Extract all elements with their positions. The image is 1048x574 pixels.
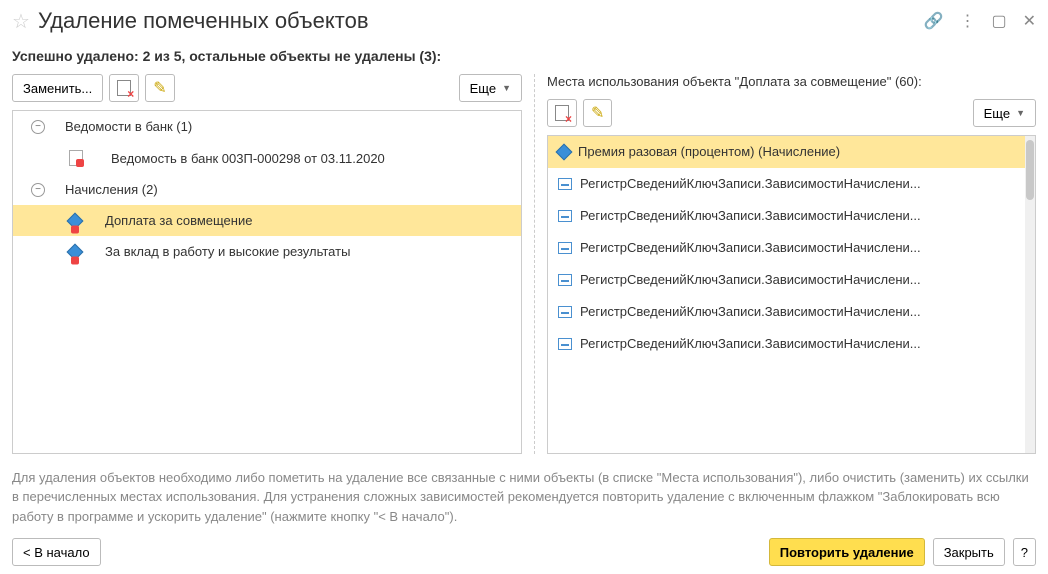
more-button-label: Еще (984, 106, 1010, 121)
chevron-down-icon: ▼ (502, 83, 511, 93)
usage-item[interactable]: Премия разовая (процентом) (Начисление) (548, 136, 1035, 168)
register-icon (558, 210, 572, 222)
register-icon (558, 338, 572, 350)
calc-type-deleted-icon (67, 212, 84, 229)
usage-item[interactable]: РегистрСведенийКлючЗаписи.ЗависимостиНач… (548, 296, 1035, 328)
help-button[interactable]: ? (1013, 538, 1036, 566)
tree-group[interactable]: − Ведомости в банк (1) (13, 111, 521, 142)
tree-item-label: Доплата за совмещение (105, 213, 252, 228)
usage-item[interactable]: РегистрСведенийКлючЗаписи.ЗависимостиНач… (548, 168, 1035, 200)
usage-item-label: РегистрСведенийКлючЗаписи.ЗависимостиНач… (580, 240, 921, 255)
scrollbar-thumb[interactable] (1026, 140, 1034, 200)
tree-group-label: Ведомости в банк (1) (65, 119, 192, 134)
status-text: Успешно удалено: 2 из 5, остальные объек… (12, 48, 1036, 64)
tree-item[interactable]: Доплата за совмещение (13, 205, 521, 236)
right-panel: Места использования объекта "Доплата за … (547, 74, 1036, 454)
usage-item-label: РегистрСведенийКлючЗаписи.ЗависимостиНач… (580, 304, 921, 319)
retry-delete-button[interactable]: Повторить удаление (769, 538, 925, 566)
usage-item-label: РегистрСведенийКлючЗаписи.ЗависимостиНач… (580, 336, 921, 351)
delete-doc-button-right[interactable] (547, 99, 577, 127)
tree-group[interactable]: − Начисления (2) (13, 174, 521, 205)
objects-tree[interactable]: − Ведомости в банк (1) Ведомость в банк … (12, 110, 522, 454)
edit-button-right[interactable] (583, 99, 612, 127)
tree-item[interactable]: За вклад в работу и высокие результаты (13, 236, 521, 267)
tree-item-label: Ведомость в банк 003П-000298 от 03.11.20… (111, 151, 385, 166)
register-icon (558, 306, 572, 318)
pencil-icon (591, 103, 604, 123)
left-toolbar: Заменить... Еще ▼ (12, 74, 522, 102)
pencil-icon (153, 78, 166, 98)
back-button[interactable]: < В начало (12, 538, 101, 566)
usage-item-label: РегистрСведенийКлючЗаписи.ЗависимостиНач… (580, 208, 921, 223)
tree-group-label: Начисления (2) (65, 182, 158, 197)
usage-item-label: РегистрСведенийКлючЗаписи.ЗависимостиНач… (580, 176, 921, 191)
register-icon (558, 274, 572, 286)
collapse-icon[interactable]: − (31, 183, 45, 197)
edit-button-left[interactable] (145, 74, 174, 102)
close-window-icon[interactable]: ✕ (1023, 11, 1036, 31)
tree-item[interactable]: Ведомость в банк 003П-000298 от 03.11.20… (13, 142, 521, 174)
scrollbar[interactable] (1025, 136, 1035, 453)
window-controls: 🔗 ⋮ ▢ ✕ (924, 11, 1036, 31)
help-button-label: ? (1021, 545, 1028, 560)
tree-item-label: За вклад в работу и высокие результаты (105, 244, 350, 259)
maximize-icon[interactable]: ▢ (991, 11, 1006, 31)
replace-button[interactable]: Заменить... (12, 74, 103, 102)
usage-item[interactable]: РегистрСведенийКлючЗаписи.ЗависимостиНач… (548, 328, 1035, 360)
usage-list[interactable]: Премия разовая (процентом) (Начисление) … (547, 135, 1036, 454)
delete-doc-button[interactable] (109, 74, 139, 102)
usage-item-label: Премия разовая (процентом) (Начисление) (578, 144, 840, 159)
kebab-menu-icon[interactable]: ⋮ (959, 11, 975, 31)
usage-item[interactable]: РегистрСведенийКлючЗаписи.ЗависимостиНач… (548, 264, 1035, 296)
back-button-label: < В начало (23, 545, 90, 560)
right-toolbar: Еще ▼ (547, 99, 1036, 127)
usage-item[interactable]: РегистрСведенийКлючЗаписи.ЗависимостиНач… (548, 232, 1035, 264)
more-button-label: Еще (470, 81, 496, 96)
document-deleted-icon (69, 150, 83, 166)
main-area: Заменить... Еще ▼ − Ведомости в банк (1) (12, 74, 1036, 454)
calc-type-icon (556, 143, 573, 160)
link-icon[interactable]: 🔗 (924, 11, 944, 31)
register-icon (558, 178, 572, 190)
usage-header: Места использования объекта "Доплата за … (547, 74, 1036, 89)
more-button-right[interactable]: Еще ▼ (973, 99, 1036, 127)
more-button-left[interactable]: Еще ▼ (459, 74, 522, 102)
usage-item-label: РегистрСведенийКлючЗаписи.ЗависимостиНач… (580, 272, 921, 287)
delete-doc-icon (117, 80, 131, 96)
close-button-label: Закрыть (944, 545, 994, 560)
register-icon (558, 242, 572, 254)
retry-button-label: Повторить удаление (780, 545, 914, 560)
chevron-down-icon: ▼ (1016, 108, 1025, 118)
delete-doc-icon (555, 105, 569, 121)
replace-button-label: Заменить... (23, 81, 92, 96)
footer: < В начало Повторить удаление Закрыть ? (12, 538, 1036, 566)
hint-text: Для удаления объектов необходимо либо по… (12, 468, 1036, 527)
page-title: Удаление помеченных объектов (38, 8, 916, 34)
panel-divider (534, 74, 535, 454)
left-panel: Заменить... Еще ▼ − Ведомости в банк (1) (12, 74, 522, 454)
collapse-icon[interactable]: − (31, 120, 45, 134)
close-button[interactable]: Закрыть (933, 538, 1005, 566)
favorite-star-icon[interactable]: ☆ (12, 9, 30, 34)
title-bar: ☆ Удаление помеченных объектов 🔗 ⋮ ▢ ✕ (12, 8, 1036, 34)
usage-item[interactable]: РегистрСведенийКлючЗаписи.ЗависимостиНач… (548, 200, 1035, 232)
calc-type-deleted-icon (67, 243, 84, 260)
